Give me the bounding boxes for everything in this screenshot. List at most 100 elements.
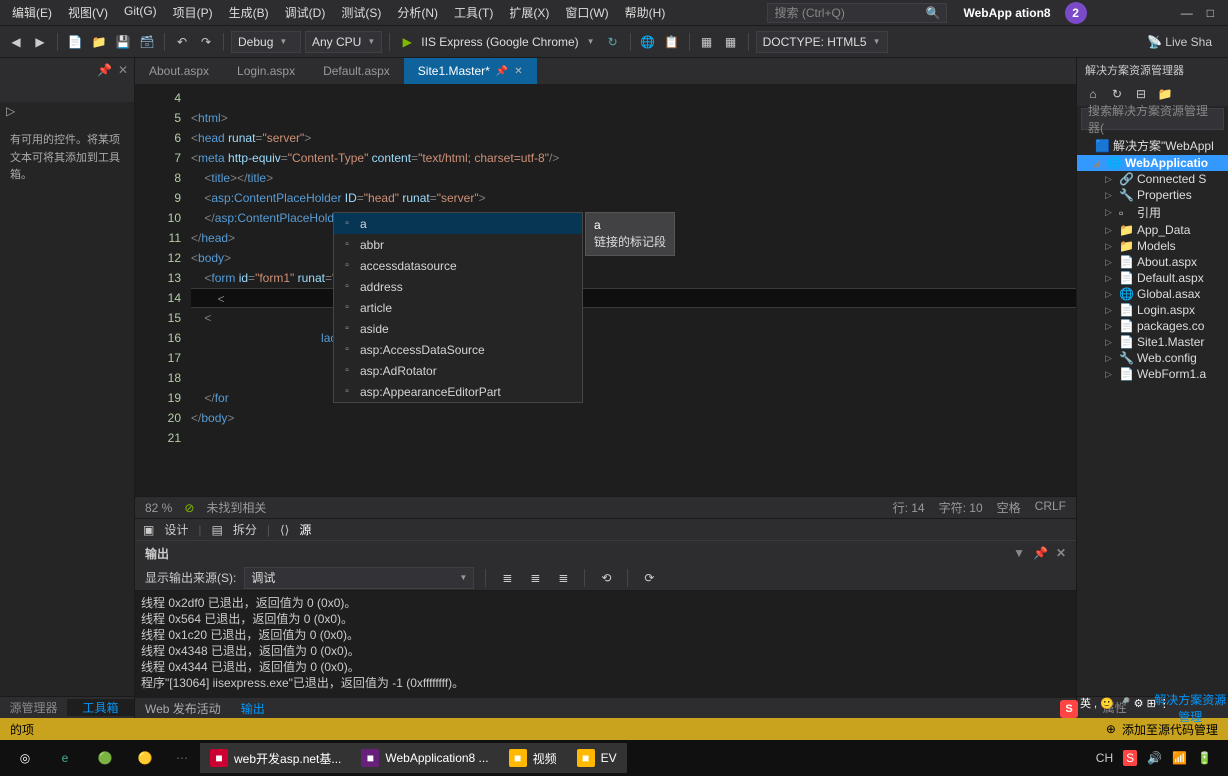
tab-output[interactable]: 输出 [241,700,265,717]
pin-icon[interactable]: 📌 [1033,546,1048,560]
menu-item[interactable]: 视图(V) [60,4,116,21]
menu-item[interactable]: 调试(D) [277,4,334,21]
new-icon[interactable]: 📄 [65,32,85,52]
ime-badge[interactable]: S [1060,700,1078,718]
play-icon[interactable]: ▶ [397,32,417,52]
tree-node[interactable]: ▷▫引用 [1077,203,1228,222]
system-tray[interactable]: CHS 🔊📶🔋 [1096,750,1222,766]
refresh-icon[interactable]: ↻ [603,32,623,52]
nav-fwd-icon[interactable]: ▶ [30,32,50,52]
maximize-icon[interactable]: □ [1207,6,1214,20]
tree-node[interactable]: ▷🔧Web.config [1077,350,1228,366]
tree-node[interactable]: ▷🌐Global.asax [1077,286,1228,302]
redo-icon[interactable]: ↷ [196,32,216,52]
output-body[interactable]: 线程 0x2df0 已退出，返回值为 0 (0x0)。线程 0x564 已退出，… [135,591,1076,698]
design-tab[interactable]: 设计 [164,521,188,538]
out-wrap-icon[interactable]: ⟲ [596,568,616,588]
app-icon[interactable]: 🟡 [126,743,164,773]
intellisense-popup[interactable]: ▫a▫abbr▫accessdatasource▫address▫article… [333,212,583,403]
intellisense-item[interactable]: ▫aside [334,318,582,339]
tree-node[interactable]: ◢🌐WebApplicatio [1077,155,1228,171]
source-tab[interactable]: 源 [299,521,311,538]
tree-node[interactable]: ▷📁App_Data [1077,222,1228,238]
out-icon3[interactable]: ≣ [553,568,573,588]
taskbar-app[interactable]: ■视频 [499,743,567,773]
taskbar-app[interactable]: ■WebApplication8 ... [351,743,498,773]
menu-item[interactable]: 生成(B) [221,4,277,21]
out-clear-icon[interactable]: ⟳ [639,568,659,588]
dropdown-icon[interactable]: ▼ [1013,546,1025,560]
menu-item[interactable]: 扩展(X) [501,4,557,21]
source-control-link[interactable]: 添加至源代码管理 [1122,721,1218,738]
collapse-icon[interactable]: ⊟ [1131,84,1151,104]
search-box[interactable]: 搜索 (Ctrl+Q) 🔍 [767,3,947,23]
intellisense-item[interactable]: ▫a [334,213,582,234]
taskbar-app[interactable]: ■EV [567,743,627,773]
editor-tab[interactable]: Site1.Master* 📌 ✕ [404,58,537,84]
edge-icon[interactable]: e [46,743,84,773]
intellisense-item[interactable]: ▫abbr [334,234,582,255]
doctype-combo[interactable]: DOCTYPE: HTML5▼ [756,31,888,53]
tree-node[interactable]: 🟦解决方案"WebAppl [1077,136,1228,155]
editor-tab[interactable]: Default.aspx [309,58,404,84]
menu-item[interactable]: 帮助(H) [617,4,674,21]
intellisense-item[interactable]: ▫asp:AdRotator [334,360,582,381]
close-icon[interactable]: ✕ [1056,546,1066,560]
out-icon1[interactable]: ≣ [497,568,517,588]
menu-item[interactable]: 测试(S) [333,4,389,21]
tree-node[interactable]: ▷📄Login.aspx [1077,302,1228,318]
zoom-level[interactable]: 82 % [145,501,172,515]
editor-tab[interactable]: About.aspx [135,58,223,84]
tab-server[interactable]: 源管理器 [0,699,67,716]
user-badge[interactable]: 2 [1065,2,1087,24]
grid1-icon[interactable]: ▦ [697,32,717,52]
menu-item[interactable]: 窗口(W) [557,4,616,21]
solution-tree[interactable]: 🟦解决方案"WebAppl◢🌐WebApplicatio▷🔗Connected … [1077,132,1228,696]
menu-item[interactable]: 编辑(E) [4,4,60,21]
menu-item[interactable]: Git(G) [116,4,165,18]
chrome-icon[interactable]: 🟢 [86,743,124,773]
doc-icon[interactable]: 📋 [662,32,682,52]
intellisense-item[interactable]: ▫asp:AccessDataSource [334,339,582,360]
open-icon[interactable]: 📁 [89,32,109,52]
tab-toolbox[interactable]: 工具箱 [67,699,134,716]
liveshare-button[interactable]: 📡 Live Sha [1147,35,1222,49]
intellisense-item[interactable]: ▫accessdatasource [334,255,582,276]
sync-icon[interactable]: ↻ [1107,84,1127,104]
split-tab[interactable]: 拆分 [233,521,257,538]
browser-icon[interactable]: 🌐 [638,32,658,52]
tree-node[interactable]: ▷📄WebForm1.a [1077,366,1228,382]
showall-icon[interactable]: 📁 [1155,84,1175,104]
home-icon[interactable]: ⌂ [1083,84,1103,104]
tree-node[interactable]: ▷📄Default.aspx [1077,270,1228,286]
close-icon[interactable]: ✕ [118,63,128,77]
grid2-icon[interactable]: ▦ [721,32,741,52]
nav-back-icon[interactable]: ◀ [6,32,26,52]
intellisense-item[interactable]: ▫address [334,276,582,297]
start-button[interactable]: ◎ [6,743,44,773]
solution-search[interactable]: 搜索解决方案资源管理器( [1081,108,1224,130]
saveall-icon[interactable]: 🗃 [137,32,157,52]
config-combo[interactable]: Debug▼ [231,31,301,53]
undo-icon[interactable]: ↶ [172,32,192,52]
minimize-icon[interactable]: — [1181,6,1193,20]
pin-icon[interactable]: 📌 [97,63,112,77]
menu-item[interactable]: 分析(N) [389,4,446,21]
tree-node[interactable]: ▷📄About.aspx [1077,254,1228,270]
out-icon2[interactable]: ≣ [525,568,545,588]
intellisense-item[interactable]: ▫asp:AppearanceEditorPart [334,381,582,402]
tree-node[interactable]: ▷🔗Connected S [1077,171,1228,187]
output-source-combo[interactable]: 调试▼ [244,567,474,589]
platform-combo[interactable]: Any CPU▼ [305,31,382,53]
editor-tab[interactable]: Login.aspx [223,58,309,84]
menu-item[interactable]: 项目(P) [165,4,221,21]
save-icon[interactable]: 💾 [113,32,133,52]
tree-node[interactable]: ▷📁Models [1077,238,1228,254]
run-target[interactable]: IIS Express (Google Chrome) [421,35,578,49]
code-area[interactable]: <html><head runat="server"><meta http-eq… [191,84,1076,496]
tree-node[interactable]: ▷📄Site1.Master [1077,334,1228,350]
tree-node[interactable]: ▷🔧Properties [1077,187,1228,203]
tree-node[interactable]: ▷📄packages.co [1077,318,1228,334]
taskbar-app[interactable]: ■web开发asp.net基... [200,743,351,773]
menu-item[interactable]: 工具(T) [446,4,501,21]
